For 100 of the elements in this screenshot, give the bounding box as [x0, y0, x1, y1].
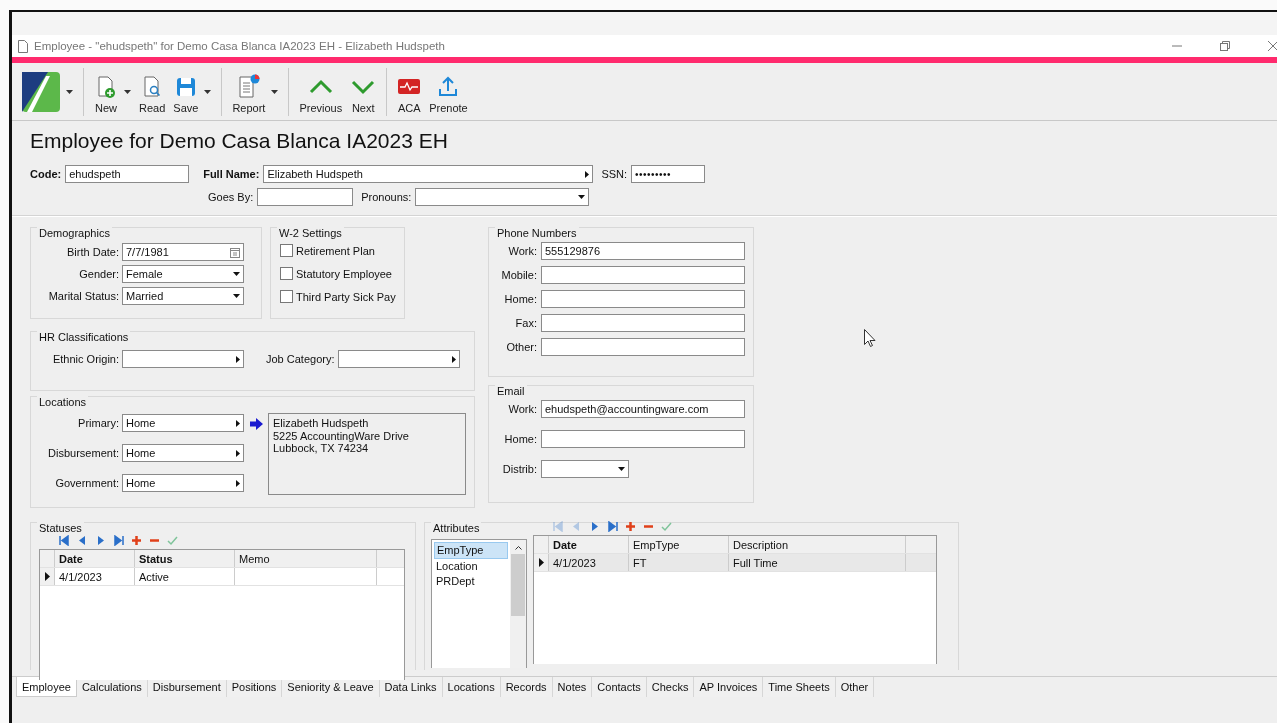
dropdown-arrow-icon[interactable]: [233, 272, 240, 276]
list-item[interactable]: Location: [434, 559, 508, 574]
field-label: Home:: [503, 433, 537, 445]
field-label: Marital Status:: [47, 290, 119, 302]
field-label: Distrib:: [501, 463, 537, 475]
phone-field[interactable]: [541, 266, 745, 284]
caret-icon[interactable]: [204, 89, 212, 94]
arrow-right-icon: [250, 418, 263, 430]
caret-icon[interactable]: [271, 89, 279, 94]
calendar-icon[interactable]: [230, 246, 240, 258]
lookup-arrow-icon[interactable]: [236, 355, 240, 363]
goes-by-field[interactable]: [257, 188, 354, 206]
date-field[interactable]: 7/7/1981: [122, 243, 244, 261]
checkbox-label: Statutory Employee: [296, 267, 392, 280]
page-heading: Employee for Demo Casa Blanca IA2023 EH: [30, 129, 449, 154]
field-label: Fax:: [514, 317, 537, 329]
restore-icon[interactable]: [1219, 40, 1231, 52]
next-record-icon[interactable]: [589, 520, 600, 532]
group-title: Demographics: [37, 227, 112, 239]
phone-field[interactable]: [541, 290, 745, 308]
checkbox-label: Third Party Sick Pay: [296, 290, 396, 303]
last-record-icon[interactable]: [113, 534, 124, 546]
window-title: Employee - "ehudspeth" for Demo Casa Blanca IA2023 EH - Elizabeth Hudspeth: [34, 40, 445, 52]
full-name-field[interactable]: Elizabeth Hudspeth: [263, 165, 594, 183]
new-button[interactable]: New: [90, 65, 122, 118]
field-label: Pronouns:: [361, 191, 412, 203]
field-label: Disbursement:: [47, 447, 119, 459]
field-label: SSN:: [601, 168, 628, 180]
lookup-field[interactable]: Home: [122, 474, 244, 492]
aca-button[interactable]: ACA: [393, 65, 426, 118]
email-field[interactable]: ehudspeth@accountingware.com: [541, 400, 745, 418]
previous-record-icon[interactable]: [77, 534, 88, 546]
caret-icon[interactable]: [124, 89, 131, 94]
dropdown-arrow-icon[interactable]: [578, 195, 586, 199]
current-row-icon: [44, 572, 50, 581]
column-header: Status: [135, 550, 235, 567]
phone-field[interactable]: [541, 338, 745, 356]
column-header: Date: [549, 536, 629, 553]
field-label: Other:: [505, 341, 537, 353]
group-title: Phone Numbers: [495, 227, 579, 239]
dropdown-arrow-icon[interactable]: [618, 467, 625, 471]
table-cell: FT: [629, 554, 729, 571]
scrollbar[interactable]: [510, 540, 526, 668]
read-button[interactable]: Read: [135, 65, 170, 118]
first-record-icon[interactable]: [59, 534, 70, 546]
close-icon[interactable]: [1267, 40, 1277, 52]
column-header: Memo: [235, 550, 377, 567]
dropdown-arrow-icon[interactable]: [233, 294, 240, 298]
next-record-icon[interactable]: [95, 534, 106, 546]
checkbox[interactable]: [280, 290, 293, 303]
report-button[interactable]: Report: [228, 65, 270, 118]
mouse-pointer-icon: [864, 329, 876, 347]
column-header: Description: [729, 536, 906, 553]
group-title: Statuses: [37, 522, 84, 534]
previous-button[interactable]: Previous: [295, 65, 347, 118]
next-button[interactable]: Next: [346, 65, 381, 118]
field-label: Work:: [507, 403, 537, 415]
add-icon[interactable]: [131, 534, 142, 546]
field-label: Full Name:: [203, 168, 260, 180]
table-cell: Active: [135, 568, 235, 585]
phone-field[interactable]: [541, 314, 745, 332]
column-header: EmpType: [629, 536, 729, 553]
lookup-field[interactable]: Home: [122, 444, 244, 462]
group-title: HR Classifications: [37, 331, 131, 343]
checkbox[interactable]: [280, 244, 293, 257]
list-item[interactable]: PRDept: [434, 574, 508, 589]
field-label: Ethnic Origin:: [51, 353, 119, 365]
field-label: Birth Date:: [66, 246, 119, 258]
field-label: Mobile:: [500, 269, 537, 281]
dropdown-field[interactable]: Female: [122, 265, 244, 283]
lookup-field[interactable]: [122, 350, 244, 368]
field-label: Primary:: [77, 417, 119, 429]
checkbox[interactable]: [280, 267, 293, 280]
save-button[interactable]: Save: [169, 65, 203, 118]
lookup-arrow-icon[interactable]: [236, 419, 240, 427]
document-icon: [18, 39, 28, 53]
group-title: Locations: [37, 396, 89, 408]
lookup-arrow-icon[interactable]: [236, 449, 240, 457]
phone-field[interactable]: 555129876: [541, 242, 745, 260]
prenote-button[interactable]: Prenote: [425, 65, 472, 118]
caret-icon[interactable]: [66, 89, 73, 94]
code-field[interactable]: ehudspeth: [65, 165, 190, 183]
lookup-field[interactable]: [338, 350, 461, 368]
lookup-arrow-icon[interactable]: [236, 479, 240, 487]
lookup-field[interactable]: Home: [122, 414, 244, 432]
list-item[interactable]: EmpType: [434, 542, 508, 559]
ssn-field[interactable]: •••••••••: [631, 165, 706, 183]
lookup-arrow-icon[interactable]: [452, 355, 457, 363]
last-record-icon[interactable]: [607, 520, 618, 532]
field-label: Work:: [507, 245, 537, 257]
scroll-up-icon[interactable]: [514, 545, 522, 550]
add-icon[interactable]: [625, 520, 636, 532]
email-field[interactable]: [541, 430, 745, 448]
logo: [22, 71, 60, 112]
lookup-arrow-icon[interactable]: [585, 170, 590, 178]
dropdown-field[interactable]: Married: [122, 287, 244, 305]
dropdown-field[interactable]: [541, 460, 629, 478]
field-label: Job Category:: [266, 353, 335, 365]
address-line: Lubbock, TX 74234: [273, 442, 370, 455]
field-label: Home:: [503, 293, 537, 305]
